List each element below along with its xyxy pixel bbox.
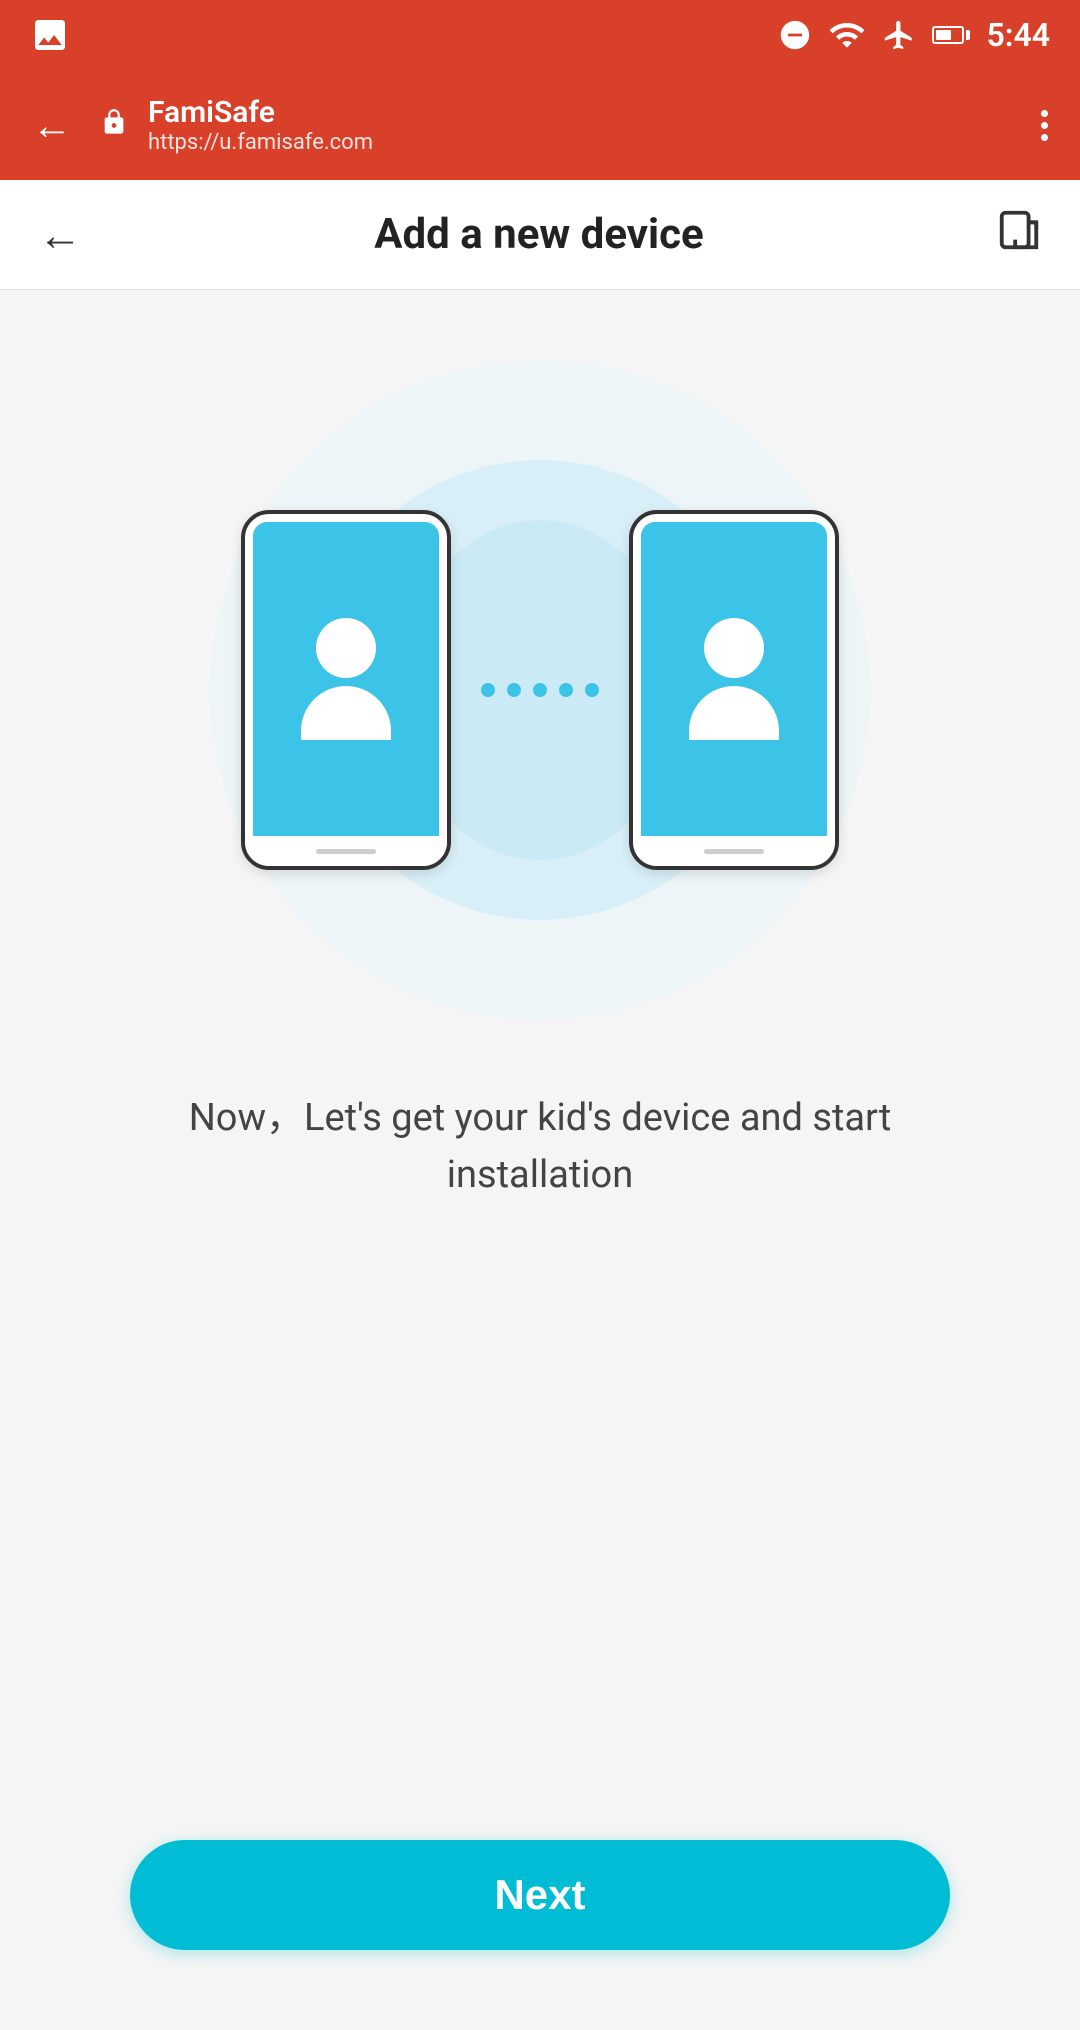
- dot-2: [507, 683, 521, 697]
- right-phone: [629, 510, 839, 870]
- left-person-icon: [301, 618, 391, 740]
- browser-url-container: FamiSafe https://u.famisafe.com: [148, 95, 1013, 155]
- person-body-left: [301, 686, 391, 740]
- status-bar-right: 5:44: [778, 16, 1050, 54]
- connection-dots: [481, 683, 599, 697]
- main-content: Now，Let's get your kid's device and star…: [0, 290, 1080, 2030]
- left-phone: [241, 510, 451, 870]
- page-header: ← Add a new device: [0, 180, 1080, 290]
- phones-row: [241, 510, 839, 870]
- right-phone-screen: [641, 522, 827, 836]
- browser-back-button[interactable]: ←: [24, 94, 80, 157]
- browser-menu-button[interactable]: [1033, 102, 1056, 149]
- person-body-right: [689, 686, 779, 740]
- next-button[interactable]: Next: [130, 1840, 950, 1950]
- page-back-button[interactable]: ←: [30, 201, 90, 269]
- person-head-right: [704, 618, 764, 678]
- dot-3: [533, 683, 547, 697]
- wifi-icon: [828, 16, 866, 54]
- right-phone-bottom: [633, 836, 835, 866]
- left-phone-screen: [253, 522, 439, 836]
- dot-1: [481, 683, 495, 697]
- illustration-container: [200, 350, 880, 1030]
- photo-icon: [30, 15, 70, 55]
- status-time: 5:44: [986, 16, 1050, 54]
- dot-4: [559, 683, 573, 697]
- status-bar-left: [30, 15, 70, 55]
- menu-dot-2: [1041, 122, 1048, 129]
- menu-dot-1: [1041, 110, 1048, 117]
- browser-url: https://u.famisafe.com: [148, 130, 1013, 155]
- browser-title: FamiSafe: [148, 95, 1013, 130]
- phone-home-indicator-left: [316, 849, 376, 854]
- description-text: Now，Let's get your kid's device and star…: [140, 1090, 940, 1204]
- dnd-icon: [778, 18, 812, 52]
- battery-icon: [932, 26, 970, 44]
- page-title: Add a new device: [374, 210, 703, 259]
- person-head-left: [316, 618, 376, 678]
- airplane-icon: [882, 18, 916, 52]
- left-phone-bottom: [245, 836, 447, 866]
- phone-home-indicator-right: [704, 849, 764, 854]
- status-bar: 5:44: [0, 0, 1080, 70]
- browser-bar: ← FamiSafe https://u.famisafe.com: [0, 70, 1080, 180]
- right-person-icon: [689, 618, 779, 740]
- menu-dot-3: [1041, 134, 1048, 141]
- dot-5: [585, 683, 599, 697]
- lock-icon: [100, 105, 128, 146]
- export-button[interactable]: [988, 199, 1050, 271]
